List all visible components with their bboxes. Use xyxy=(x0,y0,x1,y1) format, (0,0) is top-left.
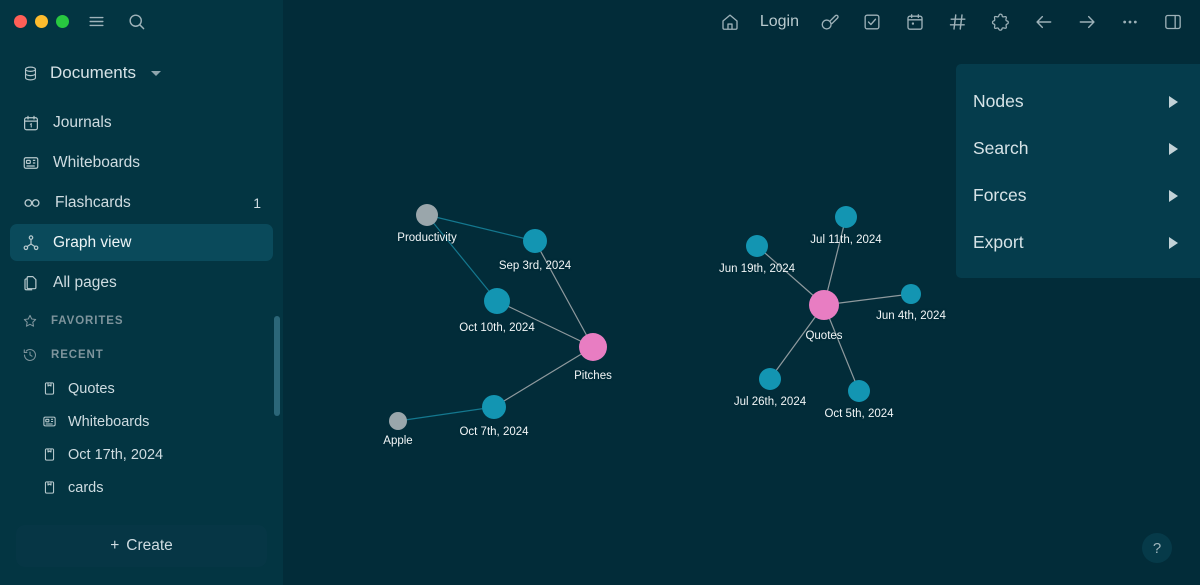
graph-node[interactable] xyxy=(389,412,407,430)
page-icon xyxy=(42,381,57,396)
page-icon xyxy=(42,447,57,462)
recent-item-cards[interactable]: cards xyxy=(0,471,283,504)
graph-node-label: Quotes xyxy=(805,330,843,342)
menu-item-nodes[interactable]: Nodes xyxy=(956,78,1200,125)
menu-item-forces[interactable]: Forces xyxy=(956,172,1200,219)
graph-edge xyxy=(397,406,495,422)
recent-item-quotes[interactable]: Quotes xyxy=(0,372,283,405)
graph-node[interactable] xyxy=(746,235,768,257)
main-content: Login Productivity Sep 3rd, 2024 Oct 10t… xyxy=(283,0,1200,585)
minimize-window-button[interactable] xyxy=(35,15,48,28)
graph-node[interactable] xyxy=(523,229,547,253)
chevron-right-icon xyxy=(1169,236,1178,249)
recent-item-label: cards xyxy=(68,479,104,496)
graph-node-label: Sep 3rd, 2024 xyxy=(498,260,572,272)
sidebar-item-label: Journals xyxy=(53,113,112,131)
menu-item-search[interactable]: Search xyxy=(956,125,1200,172)
sidebar-item-flashcards[interactable]: Flashcards 1 xyxy=(10,184,273,221)
app-window: Documents Journals Whiteboards Flashcard… xyxy=(0,0,1200,585)
sidebar-item-label: All pages xyxy=(53,273,117,291)
favorites-section-header[interactable]: FAVORITES xyxy=(0,304,283,338)
recent-section-header[interactable]: RECENT xyxy=(0,338,283,372)
sidebar-item-label: Whiteboards xyxy=(53,153,141,171)
graph-node[interactable] xyxy=(484,288,510,314)
chevron-right-icon xyxy=(1169,189,1178,202)
graph-settings-menu[interactable]: Nodes Search Forces Export xyxy=(956,64,1200,278)
graph-node[interactable] xyxy=(901,284,921,304)
plus-icon: + xyxy=(110,537,120,554)
whiteboard-icon xyxy=(42,414,57,429)
infinity-icon xyxy=(22,193,42,213)
create-button[interactable]: + Create xyxy=(16,525,267,567)
menu-item-label: Export xyxy=(973,232,1024,252)
workspace-label: Documents xyxy=(50,63,136,82)
chevron-right-icon xyxy=(1169,95,1178,108)
graph-node-label: Jun 4th, 2024 xyxy=(876,310,946,322)
sidebar-item-label: Graph view xyxy=(53,233,132,251)
database-icon xyxy=(22,65,39,82)
graph-node-label: Oct 7th, 2024 xyxy=(459,426,529,438)
graph-node[interactable] xyxy=(416,204,438,226)
graph-node-label: Jul 26th, 2024 xyxy=(733,396,807,408)
page-icon xyxy=(42,480,57,495)
sidebar-item-whiteboards[interactable]: Whiteboards xyxy=(10,144,273,181)
graph-icon xyxy=(22,234,40,252)
recent-item-whiteboards[interactable]: Whiteboards xyxy=(0,405,283,438)
sidebar-item-label: Flashcards xyxy=(55,193,131,211)
chevron-down-icon[interactable] xyxy=(150,70,161,76)
favorites-label: FAVORITES xyxy=(51,315,124,327)
pages-icon xyxy=(22,274,40,292)
create-button-label: Create xyxy=(126,537,173,554)
star-icon xyxy=(22,313,38,329)
graph-node[interactable] xyxy=(482,395,506,419)
recent-item-oct-17th-2024[interactable]: Oct 17th, 2024 xyxy=(0,438,283,471)
window-controls[interactable] xyxy=(14,15,69,28)
whiteboard-icon xyxy=(22,154,40,172)
sidebar-item-all-pages[interactable]: All pages xyxy=(10,264,273,301)
close-window-button[interactable] xyxy=(14,15,27,28)
sidebar-nav: Journals Whiteboards Flashcards 1 Graph … xyxy=(0,97,283,304)
sidebar-item-journals[interactable]: Journals xyxy=(10,104,273,141)
graph-node-label: Apple xyxy=(383,435,413,447)
graph-node-label: Oct 10th, 2024 xyxy=(459,322,535,334)
search-icon[interactable] xyxy=(123,9,149,35)
window-titlebar xyxy=(0,0,283,43)
graph-node-label: Jun 19th, 2024 xyxy=(718,263,796,275)
recent-label: RECENT xyxy=(51,349,104,361)
recent-item-label: Oct 17th, 2024 xyxy=(68,446,164,463)
graph-node-label: Jul 11th, 2024 xyxy=(810,234,882,246)
hamburger-icon[interactable] xyxy=(83,9,109,35)
menu-item-label: Search xyxy=(973,138,1029,158)
sidebar-item-badge: 1 xyxy=(253,194,261,211)
history-icon xyxy=(22,347,38,363)
workspace-selector[interactable]: Documents xyxy=(22,57,283,89)
sidebar-scroll-area: FAVORITES RECENT Quotes Whiteboards Oct … xyxy=(0,304,283,517)
graph-node[interactable] xyxy=(848,380,870,402)
create-button-wrap: + Create xyxy=(0,517,283,585)
menu-item-label: Forces xyxy=(973,185,1027,205)
menu-item-label: Nodes xyxy=(973,91,1024,111)
maximize-window-button[interactable] xyxy=(56,15,69,28)
calendar-icon xyxy=(22,114,40,132)
sidebar-scrollbar[interactable] xyxy=(274,316,280,416)
graph-edge xyxy=(426,214,498,302)
help-button[interactable]: ? xyxy=(1142,533,1172,563)
graph-node[interactable] xyxy=(759,368,781,390)
graph-node[interactable] xyxy=(835,206,857,228)
recent-item-label: Quotes xyxy=(68,380,115,397)
chevron-right-icon xyxy=(1169,142,1178,155)
sidebar-item-graph-view[interactable]: Graph view xyxy=(10,224,273,261)
graph-node-label: Pitches xyxy=(574,370,612,382)
graph-node-label: Productivity xyxy=(397,232,457,244)
menu-item-export[interactable]: Export xyxy=(956,219,1200,266)
graph-node[interactable] xyxy=(579,333,607,361)
graph-edge xyxy=(534,240,594,348)
sidebar: Documents Journals Whiteboards Flashcard… xyxy=(0,0,283,585)
graph-node[interactable] xyxy=(809,290,839,320)
recent-item-label: Whiteboards xyxy=(68,413,150,430)
graph-node-label: Oct 5th, 2024 xyxy=(824,408,894,420)
